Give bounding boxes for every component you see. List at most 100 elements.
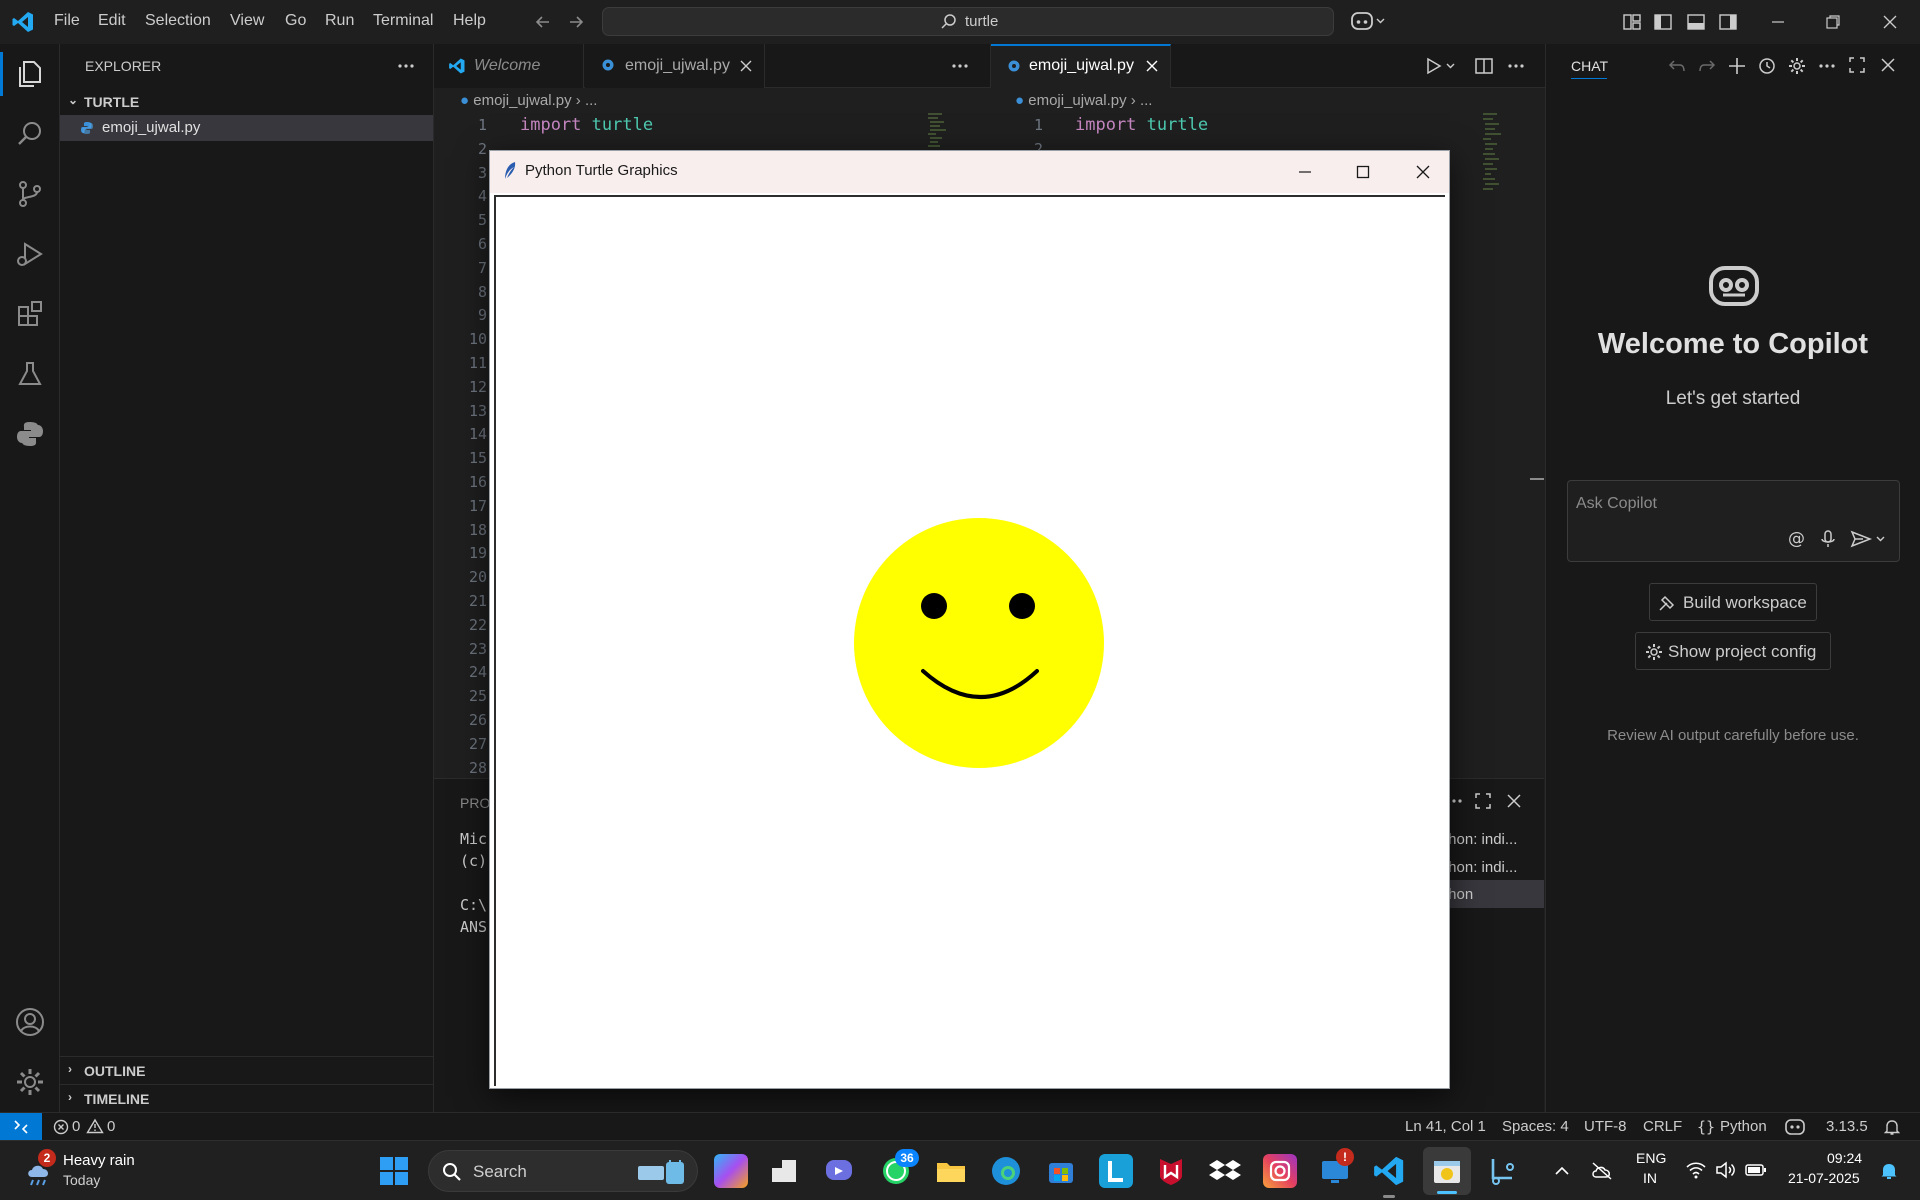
search-view-icon[interactable] <box>14 118 46 150</box>
turtle-canvas[interactable] <box>494 195 1445 1086</box>
error-icon[interactable] <box>53 1119 69 1135</box>
turtle-window-titlebar[interactable]: Python Turtle Graphics <box>490 151 1449 193</box>
run-python-file-icon[interactable] <box>1425 56 1457 76</box>
language-indicator-bottom[interactable]: IN <box>1643 1170 1657 1186</box>
menu-view[interactable]: View <box>230 12 264 30</box>
toggle-panel-icon[interactable] <box>1686 12 1706 32</box>
file-manager-app-icon[interactable] <box>767 1154 801 1188</box>
explorer-icon[interactable] <box>14 58 46 90</box>
close-icon[interactable] <box>1414 163 1432 181</box>
extensions-icon[interactable] <box>14 298 46 330</box>
minimize-icon[interactable] <box>1296 163 1314 181</box>
close-panel-icon[interactable] <box>1505 792 1523 810</box>
mention-at-icon[interactable]: @ <box>1788 529 1805 549</box>
weather-widget[interactable]: 2 Heavy rain Today <box>18 1149 158 1193</box>
volume-icon[interactable] <box>1714 1159 1736 1181</box>
copilot-app-icon[interactable] <box>714 1154 748 1188</box>
terminal-list-item[interactable]: thon: indi... <box>1444 831 1517 848</box>
run-debug-icon[interactable] <box>14 238 46 270</box>
accounts-icon[interactable] <box>14 1006 46 1038</box>
folder-section-turtle[interactable]: ⌄ TURTLE <box>60 89 434 115</box>
copilot-status-icon[interactable] <box>1785 1118 1805 1136</box>
settings-gear-icon[interactable] <box>14 1066 46 1098</box>
vscode-taskbar-icon[interactable] <box>1372 1154 1406 1188</box>
wifi-icon[interactable] <box>1685 1159 1707 1181</box>
warning-icon[interactable] <box>86 1118 104 1134</box>
end-of-line[interactable]: CRLF <box>1643 1118 1682 1135</box>
toggle-secondary-sidebar-icon[interactable] <box>1718 12 1738 32</box>
more-actions-icon[interactable] <box>1506 58 1526 74</box>
notification-bell-icon[interactable] <box>1880 1161 1898 1181</box>
history-icon[interactable] <box>1757 56 1777 76</box>
split-editor-icon[interactable] <box>1474 56 1494 76</box>
minimap-left[interactable] <box>928 112 948 152</box>
command-center[interactable]: turtle <box>602 7 1334 36</box>
microphone-icon[interactable] <box>1820 529 1836 549</box>
encoding[interactable]: UTF-8 <box>1584 1118 1627 1135</box>
indentation[interactable]: Spaces: 4 <box>1502 1118 1569 1135</box>
toggle-primary-sidebar-icon[interactable] <box>1653 12 1673 32</box>
restore-window-icon[interactable] <box>1823 12 1843 32</box>
outline-section[interactable]: › OUTLINE <box>60 1058 434 1084</box>
tab-emoji-ujwal-left[interactable]: emoji_ujwal.py <box>585 44 765 88</box>
clock-time[interactable]: 09:24 <box>1827 1150 1862 1166</box>
timeline-section[interactable]: › TIMELINE <box>60 1086 434 1112</box>
l-app-icon[interactable] <box>1099 1154 1133 1188</box>
tab-emoji-ujwal-right[interactable]: emoji_ujwal.py <box>991 44 1171 88</box>
menu-selection[interactable]: Selection <box>145 12 211 30</box>
instagram-icon[interactable] <box>1263 1154 1297 1188</box>
customize-layout-icon[interactable] <box>1622 12 1642 32</box>
maximize-chat-icon[interactable] <box>1848 56 1866 74</box>
close-tab-icon[interactable] <box>739 59 753 73</box>
language-indicator-top[interactable]: ENG <box>1636 1150 1666 1166</box>
microsoft-store-icon[interactable] <box>1044 1154 1078 1188</box>
remote-indicator[interactable] <box>0 1113 42 1141</box>
chevron-up-icon[interactable] <box>1552 1161 1572 1181</box>
cursor-position[interactable]: Ln 41, Col 1 <box>1405 1118 1486 1135</box>
scrollbar-marker[interactable] <box>1530 478 1544 480</box>
settings-gear-icon[interactable] <box>1787 56 1807 76</box>
chat-input-box[interactable]: Ask Copilot @ <box>1567 480 1900 562</box>
warning-count[interactable]: 0 <box>107 1118 115 1135</box>
language-mode[interactable]: Python <box>1720 1118 1767 1135</box>
terminal-list-item-active[interactable]: thon <box>1439 880 1544 908</box>
error-count[interactable]: 0 <box>72 1118 80 1135</box>
minimize-window-icon[interactable] <box>1768 12 1788 32</box>
menu-edit[interactable]: Edit <box>98 12 126 30</box>
redo-icon[interactable] <box>1698 57 1716 75</box>
new-chat-plus-icon[interactable] <box>1727 56 1747 76</box>
mcafee-icon[interactable] <box>1154 1154 1188 1188</box>
close-chat-icon[interactable] <box>1879 56 1897 74</box>
dropbox-icon[interactable] <box>1208 1154 1242 1188</box>
more-actions-icon[interactable] <box>396 58 416 74</box>
battery-icon[interactable] <box>1744 1159 1768 1181</box>
menu-run[interactable]: Run <box>325 12 354 30</box>
file-item[interactable]: emoji_ujwal.py <box>60 115 433 141</box>
python-icon[interactable] <box>14 418 46 450</box>
teams-meet-app-icon[interactable] <box>822 1154 856 1188</box>
back-arrow-icon[interactable] <box>533 12 553 32</box>
file-explorer-app-icon[interactable] <box>934 1154 968 1188</box>
notifications-bell-icon[interactable] <box>1884 1118 1900 1136</box>
tab-welcome[interactable]: Welcome <box>434 44 584 88</box>
chat-header[interactable]: CHAT <box>1571 58 1608 74</box>
more-actions-icon[interactable] <box>1817 58 1837 74</box>
close-tab-icon[interactable] <box>1145 59 1159 73</box>
send-icon[interactable] <box>1850 529 1890 549</box>
python-turtle-taskbar-item[interactable] <box>1423 1147 1471 1195</box>
maximize-icon[interactable] <box>1354 163 1372 181</box>
snipping-tool-icon[interactable] <box>1484 1154 1518 1188</box>
terminal-list-item[interactable]: thon: indi... <box>1444 859 1517 876</box>
build-workspace-button[interactable]: Build workspace <box>1649 583 1817 621</box>
taskbar-search-box[interactable]: Search <box>428 1150 698 1192</box>
python-version[interactable]: 3.13.5 <box>1826 1118 1868 1135</box>
vscode-logo-icon[interactable] <box>11 10 35 34</box>
forward-arrow-icon[interactable] <box>566 12 586 32</box>
edge-browser-icon[interactable] <box>989 1154 1023 1188</box>
show-project-config-button[interactable]: Show project config <box>1635 632 1831 670</box>
more-actions-icon[interactable] <box>950 58 970 74</box>
menu-go[interactable]: Go <box>285 12 306 30</box>
close-window-icon[interactable] <box>1880 12 1900 32</box>
menu-file[interactable]: File <box>54 12 80 30</box>
testing-icon[interactable] <box>14 358 46 390</box>
